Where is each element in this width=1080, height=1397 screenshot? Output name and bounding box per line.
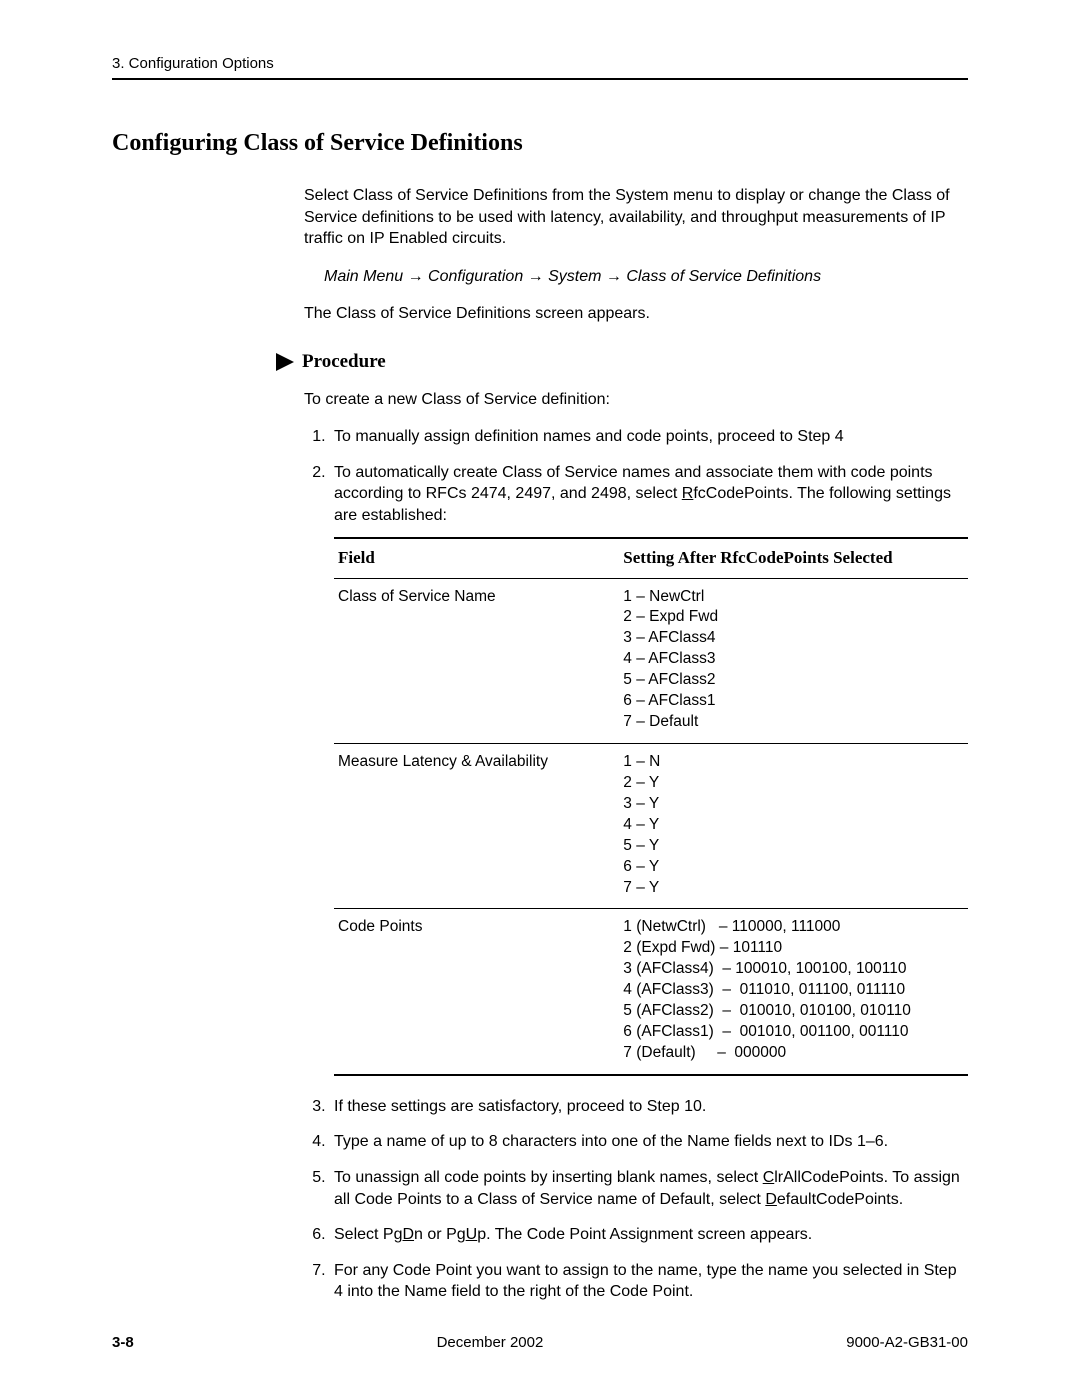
page-footer: 3-8 December 2002 9000-A2-GB31-00	[112, 1334, 968, 1351]
intro-paragraph: Select Class of Service Definitions from…	[304, 185, 968, 250]
table-header-field: Field	[334, 538, 619, 578]
procedure-intro: To create a new Class of Service definit…	[304, 389, 968, 411]
page-number: 3-8	[112, 1334, 134, 1351]
table-row: Measure Latency & Availability 1 – N 2 –…	[334, 743, 968, 908]
step-3: If these settings are satisfactory, proc…	[330, 1096, 968, 1118]
section-title: Configuring Class of Service Definitions	[112, 130, 968, 157]
menu-path: Main Menu → Configuration → System → Cla…	[324, 266, 968, 288]
step-7: For any Code Point you want to assign to…	[330, 1260, 968, 1303]
table-row: Class of Service Name 1 – NewCtrl 2 – Ex…	[334, 578, 968, 743]
mnemonic-d: D	[765, 1191, 777, 1208]
header-rule	[112, 78, 968, 80]
step-6: Select PgDn or PgUp. The Code Point Assi…	[330, 1224, 968, 1246]
mnemonic-up: U	[466, 1226, 478, 1243]
table-row: Code Points 1 (NetwCtrl) – 110000, 11100…	[334, 909, 968, 1075]
step-1: To manually assign definition names and …	[330, 426, 968, 448]
table-header-setting: Setting After RfcCodePoints Selected	[619, 538, 968, 578]
running-header: 3. Configuration Options	[112, 55, 968, 72]
procedure-arrow-icon	[276, 353, 294, 371]
footer-date: December 2002	[437, 1334, 544, 1351]
step-link-10: Step 10	[647, 1098, 702, 1115]
step-link-4a: Step 4	[797, 428, 843, 445]
footer-docid: 9000-A2-GB31-00	[846, 1334, 968, 1351]
mnemonic-c: C	[763, 1169, 775, 1186]
step-2: To automatically create Class of Service…	[330, 462, 968, 1076]
mnemonic-dn: D	[402, 1226, 414, 1243]
step-5: To unassign all code points by inserting…	[330, 1167, 968, 1210]
procedure-heading: Procedure	[302, 349, 386, 375]
step-4: Type a name of up to 8 characters into o…	[330, 1131, 968, 1153]
after-nav-text: The Class of Service Definitions screen …	[304, 303, 968, 325]
settings-table: Field Setting After RfcCodePoints Select…	[334, 537, 968, 1076]
mnemonic-r: R	[682, 485, 694, 502]
